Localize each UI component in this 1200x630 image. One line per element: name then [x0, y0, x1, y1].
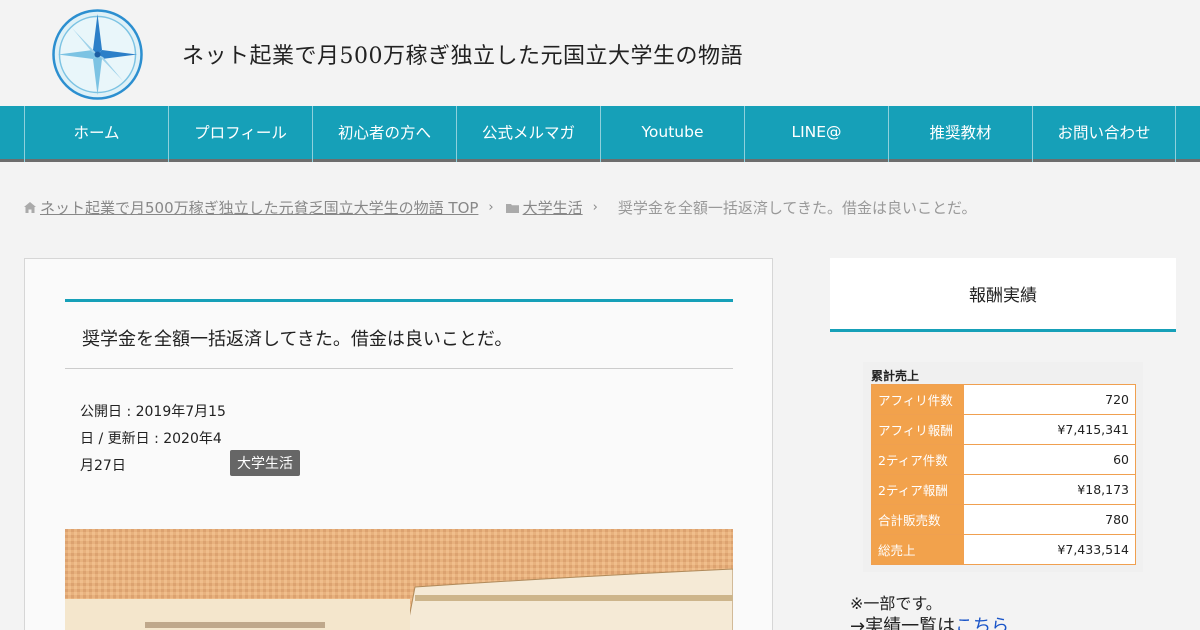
row-value: ¥18,173	[963, 474, 1136, 505]
row-label: アフィリ報酬	[871, 414, 964, 445]
earnings-more-prefix: →実績一覧は	[850, 616, 956, 630]
breadcrumb-home-link[interactable]: ネット起業で月500万稼ぎ独立した元貧乏国立大学生の物語 TOP	[40, 197, 478, 218]
breadcrumb-category-link[interactable]: 大学生活	[523, 197, 583, 218]
row-label: アフィリ件数	[871, 384, 964, 415]
breadcrumb-current: 奨学金を全額一括返済してきた。借金は良いことだ。	[617, 199, 977, 217]
table-row: アフィリ報酬 ¥7,415,341	[871, 414, 1136, 445]
post-meta: 公開日 : 2019年7月15 日 / 更新日 : 2020年4 月27日	[80, 399, 240, 480]
earnings-title: 累計売上	[871, 369, 920, 383]
row-value: 60	[963, 444, 1136, 475]
row-label: 2ティア件数	[871, 444, 964, 475]
row-label: 合計販売数	[871, 504, 964, 535]
table-row: 総売上 ¥7,433,514	[871, 534, 1136, 565]
sidebar: 報酬実績 累計売上 アフィリ件数 720 アフィリ報酬 ¥7,415,341 2ティ…	[830, 258, 1176, 630]
folder-icon	[505, 199, 519, 217]
nav-item-newsletter[interactable]: 公式メルマガ	[456, 106, 600, 162]
home-icon	[24, 199, 36, 217]
article-title: 奨学金を全額一括返済してきた。借金は良いことだ。	[82, 329, 513, 350]
site-header: ネット起業で月500万稼ぎ独立した元国立大学生の物語	[0, 0, 1200, 106]
chevron-right-icon: ›	[488, 200, 494, 215]
updated-date-cont: 月27日	[80, 458, 126, 474]
category-badge[interactable]: 大学生活	[230, 450, 300, 476]
earnings-note: ※一部です。	[850, 594, 942, 613]
updated-date: 日 / 更新日 : 2020年4	[80, 431, 222, 447]
chevron-right-icon: ›	[592, 200, 598, 215]
row-value: 780	[963, 504, 1136, 535]
earnings-table: アフィリ件数 720 アフィリ報酬 ¥7,415,341 2ティア件数 60 2ティア…	[871, 384, 1136, 565]
nav-item-youtube[interactable]: Youtube	[600, 106, 744, 162]
compass-logo-icon[interactable]	[52, 8, 143, 101]
article-card: 奨学金を全額一括返済してきた。借金は良いことだ。 公開日 : 2019年7月15…	[24, 258, 773, 630]
breadcrumb: ネット起業で月500万稼ぎ独立した元貧乏国立大学生の物語 TOP › 大学生活 …	[24, 197, 977, 218]
nav-item-beginners[interactable]: 初心者の方へ	[312, 106, 456, 162]
nav-item-line[interactable]: LINE@	[744, 106, 888, 162]
row-value: ¥7,433,514	[963, 534, 1136, 565]
published-date: 公開日 : 2019年7月15	[80, 404, 226, 420]
earnings-more: →実績一覧はこちら	[850, 612, 1009, 630]
nav-item-materials[interactable]: 推奨教材	[888, 106, 1032, 162]
table-row: アフィリ件数 720	[871, 384, 1136, 415]
table-row: 2ティア報酬 ¥18,173	[871, 474, 1136, 505]
widget-title: 報酬実績	[830, 258, 1176, 332]
row-value: ¥7,415,341	[963, 414, 1136, 445]
row-label: 2ティア報酬	[871, 474, 964, 505]
nav-item-home[interactable]: ホーム	[24, 106, 168, 162]
hero-image	[65, 529, 733, 630]
row-value: 720	[963, 384, 1136, 415]
earnings-more-link[interactable]: こちら	[955, 616, 1009, 630]
table-row: 合計販売数 780	[871, 504, 1136, 535]
article-title-box: 奨学金を全額一括返済してきた。借金は良いことだ。	[65, 299, 733, 369]
table-row: 2ティア件数 60	[871, 444, 1136, 475]
main-nav: ホーム プロフィール 初心者の方へ 公式メルマガ Youtube LINE@ 推…	[0, 106, 1200, 162]
site-title[interactable]: ネット起業で月500万稼ぎ独立した元国立大学生の物語	[182, 38, 743, 70]
earnings-image: 累計売上 アフィリ件数 720 アフィリ報酬 ¥7,415,341 2ティア件数 60…	[863, 362, 1143, 572]
nav-item-contact[interactable]: お問い合わせ	[1032, 106, 1176, 162]
row-label: 総売上	[871, 534, 964, 565]
nav-item-profile[interactable]: プロフィール	[168, 106, 312, 162]
